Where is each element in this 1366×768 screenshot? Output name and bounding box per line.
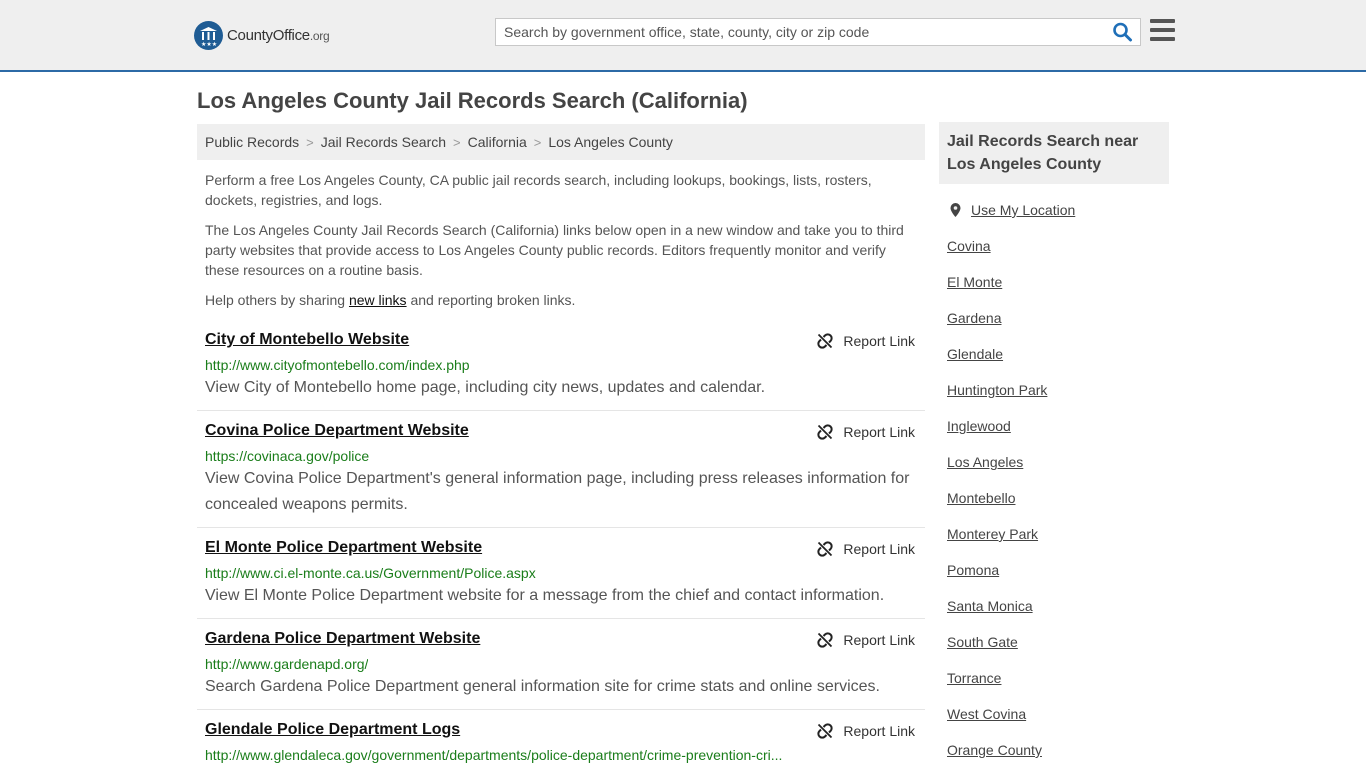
report-link-button[interactable]: Report Link bbox=[817, 632, 915, 648]
result-description: View Covina Police Department's general … bbox=[205, 470, 910, 513]
sidebar-link-monterey-park[interactable]: Monterey Park bbox=[947, 526, 1038, 542]
sidebar-link-glendale[interactable]: Glendale bbox=[947, 346, 1003, 362]
sidebar-link-gardena[interactable]: Gardena bbox=[947, 310, 1001, 326]
result-description: View El Monte Police Department website … bbox=[205, 587, 885, 604]
result-url[interactable]: http://www.glendaleca.gov/government/dep… bbox=[205, 747, 782, 763]
breadcrumb-los-angeles-county[interactable]: Los Angeles County bbox=[548, 134, 673, 150]
broken-link-icon bbox=[817, 541, 834, 557]
result-title[interactable]: Gardena Police Department Website bbox=[205, 630, 480, 648]
logo-text: CountyOffice.org bbox=[227, 26, 330, 44]
new-links-link[interactable]: new links bbox=[349, 292, 407, 308]
result-url[interactable]: https://covinaca.gov/police bbox=[205, 448, 369, 464]
breadcrumb-public-records[interactable]: Public Records bbox=[205, 134, 299, 150]
sidebar-link-inglewood[interactable]: Inglewood bbox=[947, 418, 1011, 434]
result-title[interactable]: Glendale Police Department Logs bbox=[205, 721, 460, 739]
broken-link-icon bbox=[817, 424, 834, 440]
sidebar-link-torrance[interactable]: Torrance bbox=[947, 670, 1001, 686]
search-bar bbox=[495, 18, 1141, 46]
result-description: View City of Montebello home page, inclu… bbox=[205, 379, 766, 396]
result-item: Gardena Police Department Website Report… bbox=[197, 619, 925, 710]
result-url[interactable]: http://www.gardenapd.org/ bbox=[205, 656, 368, 672]
breadcrumb-separator: > bbox=[453, 134, 461, 150]
search-icon[interactable] bbox=[1112, 22, 1134, 42]
sidebar-link-orange-county[interactable]: Orange County bbox=[947, 742, 1042, 758]
sidebar-heading: Jail Records Search near Los Angeles Cou… bbox=[939, 122, 1169, 184]
intro-paragraph-1: Perform a free Los Angeles County, CA pu… bbox=[205, 172, 872, 208]
sidebar-link-covina[interactable]: Covina bbox=[947, 238, 991, 254]
breadcrumb-california[interactable]: California bbox=[468, 134, 527, 150]
sidebar-link-los-angeles[interactable]: Los Angeles bbox=[947, 454, 1023, 470]
sidebar-link-pomona[interactable]: Pomona bbox=[947, 562, 999, 578]
hamburger-menu-icon[interactable] bbox=[1150, 19, 1175, 42]
sidebar-link-montebello[interactable]: Montebello bbox=[947, 490, 1016, 506]
breadcrumb: Public Records > Jail Records Search > C… bbox=[197, 124, 925, 160]
sidebar-link-south-gate[interactable]: South Gate bbox=[947, 634, 1018, 650]
sidebar-link-santa-monica[interactable]: Santa Monica bbox=[947, 598, 1033, 614]
broken-link-icon bbox=[817, 723, 834, 739]
result-item: El Monte Police Department Website Repor… bbox=[197, 528, 925, 619]
intro-paragraph-2: The Los Angeles County Jail Records Sear… bbox=[205, 222, 904, 278]
report-link-button[interactable]: Report Link bbox=[817, 541, 915, 557]
broken-link-icon bbox=[817, 632, 834, 648]
result-item: Covina Police Department Website Report … bbox=[197, 411, 925, 528]
intro-paragraph-3: Help others by sharing new links and rep… bbox=[205, 292, 576, 308]
search-input[interactable] bbox=[496, 19, 1106, 45]
result-url[interactable]: http://www.ci.el-monte.ca.us/Government/… bbox=[205, 565, 536, 581]
result-title[interactable]: City of Montebello Website bbox=[205, 331, 409, 349]
report-link-button[interactable]: Report Link bbox=[817, 723, 915, 739]
result-url[interactable]: http://www.cityofmontebello.com/index.ph… bbox=[205, 357, 470, 373]
site-logo[interactable]: ★★★ CountyOffice.org bbox=[194, 20, 330, 50]
page-title: Los Angeles County Jail Records Search (… bbox=[197, 88, 748, 113]
map-pin-icon bbox=[950, 203, 961, 217]
breadcrumb-separator: > bbox=[306, 134, 314, 150]
sidebar-link-el-monte[interactable]: El Monte bbox=[947, 274, 1002, 290]
broken-link-icon bbox=[817, 333, 834, 349]
svg-text:★★★: ★★★ bbox=[201, 41, 217, 48]
sidebar-link-huntington-park[interactable]: Huntington Park bbox=[947, 382, 1047, 398]
logo-badge-icon: ★★★ bbox=[194, 20, 223, 50]
sidebar-link-west-covina[interactable]: West Covina bbox=[947, 706, 1026, 722]
use-my-location-link[interactable]: Use My Location bbox=[949, 202, 1075, 218]
result-title[interactable]: Covina Police Department Website bbox=[205, 422, 469, 440]
breadcrumb-jail-records-search[interactable]: Jail Records Search bbox=[321, 134, 446, 150]
breadcrumb-separator: > bbox=[533, 134, 542, 150]
site-header: ★★★ CountyOffice.org bbox=[0, 0, 1366, 72]
result-item: City of Montebello Website Report Link h… bbox=[197, 320, 925, 411]
report-link-button[interactable]: Report Link bbox=[817, 333, 915, 349]
result-description: Search Gardena Police Department general… bbox=[205, 678, 880, 695]
report-link-button[interactable]: Report Link bbox=[817, 424, 915, 440]
result-item: Glendale Police Department Logs Report L… bbox=[197, 710, 925, 768]
result-title[interactable]: El Monte Police Department Website bbox=[205, 539, 482, 557]
